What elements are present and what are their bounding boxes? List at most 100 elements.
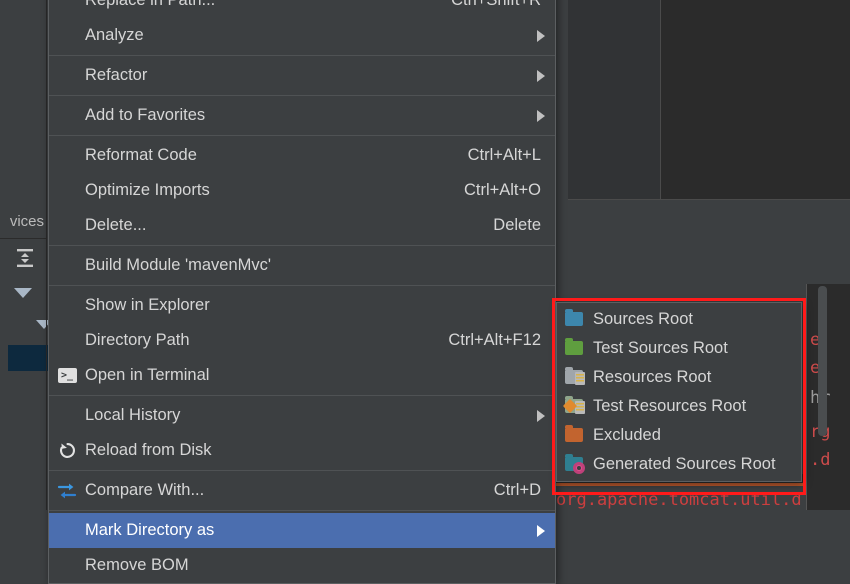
menu-item-delete[interactable]: Delete... Delete xyxy=(49,208,555,243)
menu-item-label: Build Module 'mavenMvc' xyxy=(85,256,272,274)
menu-item-label: Show in Explorer xyxy=(85,296,210,314)
menu-separator xyxy=(49,285,555,286)
menu-item-compare-with[interactable]: Compare With... Ctrl+D xyxy=(49,473,555,508)
menu-item-directory-path[interactable]: Directory Path Ctrl+Alt+F12 xyxy=(49,323,555,358)
editor-bottom-edge xyxy=(568,199,850,200)
menu-icon-placeholder xyxy=(49,323,85,358)
orange-folder-icon xyxy=(563,421,593,450)
submenu-item-label: Sources Root xyxy=(593,310,693,328)
menu-icon-placeholder xyxy=(49,138,85,173)
menu-separator xyxy=(49,395,555,396)
menu-separator xyxy=(49,95,555,96)
menu-icon-placeholder xyxy=(49,18,85,53)
menu-item-add-to-favorites[interactable]: Add to Favorites xyxy=(49,98,555,133)
menu-icon-placeholder xyxy=(49,208,85,243)
menu-icon-placeholder xyxy=(49,548,85,583)
menu-item-local-history[interactable]: Local History xyxy=(49,398,555,433)
console-log-line: .d xyxy=(810,450,831,470)
menu-item-optimize-imports[interactable]: Optimize Imports Ctrl+Alt+O xyxy=(49,173,555,208)
menu-item-label: Directory Path xyxy=(85,331,190,349)
gray-folder-resources-icon xyxy=(563,363,593,392)
chevron-right-icon xyxy=(537,409,545,422)
menu-item-refactor[interactable]: Refactor xyxy=(49,58,555,93)
services-tool-window-label[interactable]: vices xyxy=(0,210,46,234)
console-output-pane[interactable]: e.e.hrrg.d xyxy=(806,284,850,510)
menu-item-label: Replace in Path... xyxy=(85,0,216,9)
menu-item-reload-from-disk[interactable]: Reload from Disk xyxy=(49,433,555,468)
menu-item-shortcut: Ctrl+Alt+L xyxy=(467,146,541,164)
tree-expand-caret-icon[interactable] xyxy=(14,288,32,298)
terminal-icon: >_ xyxy=(49,358,85,393)
chevron-right-icon xyxy=(537,29,545,42)
tool-window-divider xyxy=(0,238,46,239)
left-tool-window: vices xyxy=(0,0,52,510)
reload-icon xyxy=(49,433,85,468)
menu-item-label: Reload from Disk xyxy=(85,441,212,459)
menu-item-analyze[interactable]: Analyze xyxy=(49,18,555,53)
context-menu[interactable]: Replace in Path... Ctrl+Shift+R Analyze Ref… xyxy=(48,0,556,584)
menu-item-remove-bom[interactable]: Remove BOM xyxy=(49,548,555,583)
menu-icon-placeholder xyxy=(49,248,85,283)
menu-icon-placeholder xyxy=(49,398,85,433)
green-folder-icon xyxy=(563,334,593,363)
menu-item-mark-directory-as[interactable]: Mark Directory as xyxy=(49,513,555,548)
menu-icon-placeholder xyxy=(49,288,85,323)
submenu-item-test-sources-root[interactable]: Test Sources Root xyxy=(557,334,801,363)
menu-separator xyxy=(49,470,555,471)
menu-item-reformat-code[interactable]: Reformat Code Ctrl+Alt+L xyxy=(49,138,555,173)
compare-icon xyxy=(49,473,85,508)
left-panel-border xyxy=(46,0,47,510)
menu-icon-placeholder xyxy=(49,98,85,133)
menu-icon-placeholder xyxy=(49,513,85,548)
submenu-item-label: Generated Sources Root xyxy=(593,455,776,473)
console-scrollbar[interactable] xyxy=(818,286,827,436)
submenu-item-sources-root[interactable]: Sources Root xyxy=(557,305,801,334)
menu-item-open-in-terminal[interactable]: >_ Open in Terminal xyxy=(49,358,555,393)
submenu-item-label: Test Sources Root xyxy=(593,339,728,357)
generated-sources-folder-icon xyxy=(563,450,593,479)
menu-item-label: Analyze xyxy=(85,26,144,44)
submenu-item-excluded[interactable]: Excluded xyxy=(557,421,801,450)
submenu-item-generated-sources-root[interactable]: Generated Sources Root xyxy=(557,450,801,479)
console-orange-strip xyxy=(556,483,806,486)
menu-icon-placeholder xyxy=(49,58,85,93)
chevron-right-icon xyxy=(537,69,545,82)
submenu-item-resources-root[interactable]: Resources Root xyxy=(557,363,801,392)
submenu-item-test-resources-root[interactable]: Test Resources Root xyxy=(557,392,801,421)
menu-icon-placeholder xyxy=(49,0,85,18)
expand-all-icon[interactable] xyxy=(14,247,36,269)
menu-icon-placeholder xyxy=(49,173,85,208)
submenu-item-label: Test Resources Root xyxy=(593,397,747,415)
tree-selected-row[interactable] xyxy=(8,345,48,371)
test-resources-folder-icon xyxy=(562,392,593,421)
submenu-item-label: Excluded xyxy=(593,426,661,444)
menu-item-label: Local History xyxy=(85,406,181,424)
menu-item-show-in-explorer[interactable]: Show in Explorer xyxy=(49,288,555,323)
menu-separator xyxy=(49,55,555,56)
menu-separator xyxy=(49,245,555,246)
menu-item-label: Add to Favorites xyxy=(85,106,206,124)
menu-item-label: Refactor xyxy=(85,66,148,84)
editor-gutter: 21 22 xyxy=(568,0,660,200)
submenu-item-label: Resources Root xyxy=(593,368,712,386)
mark-directory-as-submenu[interactable]: Sources Root Test Sources Root Resources R… xyxy=(556,302,802,482)
menu-item-shortcut: Ctrl+Shift+R xyxy=(451,0,541,9)
console-log-line: org.apache.tomcat.util.d xyxy=(556,490,802,510)
menu-item-label: Compare With... xyxy=(85,481,205,499)
menu-item-shortcut: Ctrl+Alt+F12 xyxy=(448,331,541,349)
menu-separator xyxy=(49,135,555,136)
tool-window-tab-strip: host Log ✕ ▶ Tomcat Catalina L xyxy=(540,240,850,274)
chevron-right-icon xyxy=(537,109,545,122)
menu-item-label: Optimize Imports xyxy=(85,181,210,199)
console-left-edge xyxy=(806,284,807,510)
menu-item-label: Mark Directory as xyxy=(85,521,215,539)
menu-item-shortcut: Ctrl+D xyxy=(493,481,541,499)
menu-item-shortcut: Ctrl+Alt+O xyxy=(463,181,541,199)
menu-item-shortcut: Delete xyxy=(493,216,541,234)
menu-item-label: Remove BOM xyxy=(85,556,189,574)
chevron-right-icon xyxy=(537,524,545,537)
menu-item-label: Open in Terminal xyxy=(85,366,210,384)
blue-folder-icon xyxy=(563,305,593,334)
menu-item-replace-in-path[interactable]: Replace in Path... Ctrl+Shift+R xyxy=(49,0,555,18)
menu-item-build-module-mavenmvc[interactable]: Build Module 'mavenMvc' xyxy=(49,248,555,283)
